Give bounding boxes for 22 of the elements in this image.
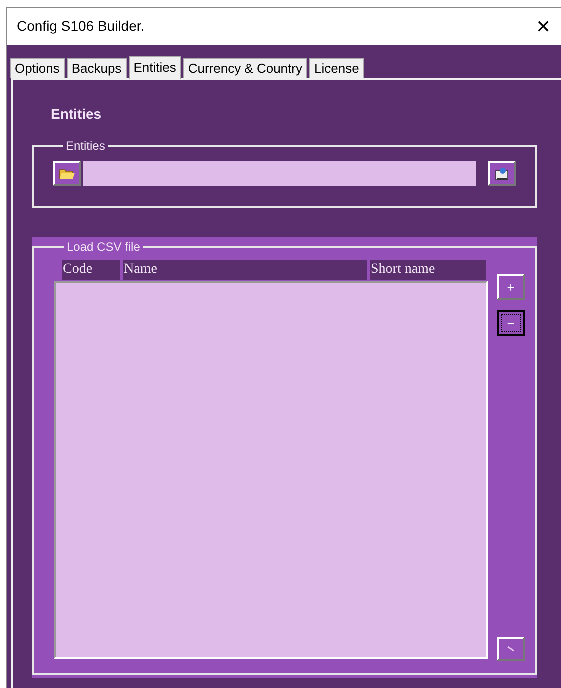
tab[interactable]: License — [309, 58, 364, 78]
group-legend: Load CSV file — [64, 238, 144, 256]
disk-icon — [494, 166, 510, 180]
folder-icon — [59, 168, 75, 180]
tab[interactable]: Entities — [128, 56, 182, 79]
section-heading: Entities — [51, 105, 103, 124]
close-button[interactable]: ✕ — [536, 18, 551, 36]
column-header: Code — [62, 260, 120, 280]
tab[interactable]: Currency & Country — [183, 58, 308, 78]
resize-button[interactable] — [497, 637, 525, 661]
remove-button[interactable]: − — [497, 310, 525, 336]
group-legend: Entities — [63, 137, 108, 155]
window-title: Config S106 Builder. — [17, 17, 145, 36]
save-button[interactable] — [488, 161, 516, 186]
diagonal-line-icon — [507, 646, 515, 652]
open-folder-button[interactable] — [53, 161, 81, 186]
add-button[interactable]: + — [497, 274, 525, 300]
path-field[interactable] — [83, 161, 476, 186]
tab[interactable]: Options — [10, 58, 65, 78]
column-header: Name — [123, 260, 367, 280]
column-header: Short name — [370, 260, 486, 280]
tab[interactable]: Backups — [66, 58, 127, 78]
